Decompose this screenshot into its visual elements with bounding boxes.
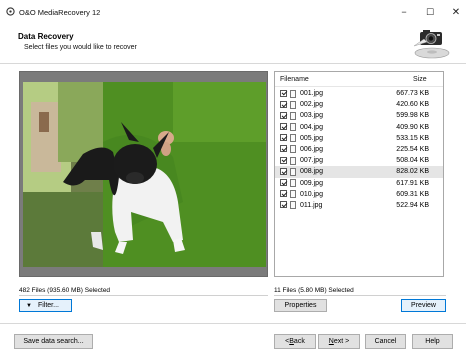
file-size: 828.02 KB: [396, 168, 429, 176]
file-icon: [290, 134, 296, 143]
file-checkbox[interactable]: [280, 111, 287, 119]
table-row[interactable]: 007.jpg 508.04 KB: [275, 155, 443, 166]
page-subtitle: Select files you would like to recover: [24, 44, 137, 51]
file-size: 599.98 KB: [396, 112, 429, 120]
file-icon: [290, 190, 296, 199]
file-size: 609.31 KB: [396, 190, 429, 198]
file-checkbox[interactable]: [280, 190, 287, 198]
file-name: 004.jpg: [300, 123, 323, 131]
image-preview-pane: [19, 71, 268, 277]
file-size: 409.90 KB: [396, 123, 429, 131]
file-checkbox[interactable]: [280, 167, 287, 175]
filter-button[interactable]: ▼ Filter...: [19, 299, 72, 312]
table-row[interactable]: 011.jpg 522.94 KB: [275, 200, 443, 211]
file-name: 009.jpg: [300, 179, 323, 187]
table-row[interactable]: 001.jpg 667.73 KB: [275, 88, 443, 99]
status-divider-left: [19, 295, 268, 296]
total-files-status: 482 Files (935.60 MB) Selected: [19, 287, 111, 294]
page-title: Data Recovery: [18, 32, 74, 41]
properties-button[interactable]: Properties: [274, 299, 327, 312]
file-icon: [290, 111, 296, 120]
file-checkbox[interactable]: [280, 156, 287, 164]
table-row[interactable]: 005.jpg 533.15 KB: [275, 133, 443, 144]
camera-disk-logo-icon: [413, 30, 450, 59]
file-icon: [290, 89, 296, 98]
file-name: 007.jpg: [300, 157, 323, 165]
file-size: 617.91 KB: [396, 179, 429, 187]
cancel-button[interactable]: Cancel: [365, 334, 406, 349]
file-icon: [290, 201, 296, 210]
file-name: 002.jpg: [300, 101, 323, 109]
file-icon: [290, 156, 296, 165]
file-name: 005.jpg: [300, 134, 323, 142]
minimize-button[interactable]: −: [392, 3, 416, 21]
file-name: 003.jpg: [300, 112, 323, 120]
file-name: 001.jpg: [300, 90, 323, 97]
file-checkbox[interactable]: [280, 123, 287, 131]
back-button[interactable]: < Back: [274, 334, 316, 349]
selected-files-status: 11 Files (5.80 MB) Selected: [274, 287, 354, 294]
maximize-button[interactable]: ☐: [418, 3, 442, 21]
file-size: 225.54 KB: [396, 145, 429, 153]
status-divider-right: [274, 295, 446, 296]
file-size: 522.94 KB: [396, 201, 429, 209]
back-button-rest: ack: [293, 338, 305, 345]
footer-separator: [0, 323, 466, 324]
file-icon: [290, 167, 296, 176]
file-size: 420.60 KB: [396, 101, 429, 109]
file-checkbox[interactable]: [280, 179, 287, 186]
header-divider: [275, 86, 443, 87]
file-icon: [290, 145, 296, 154]
file-list[interactable]: Filename Size 001.jpg 667.73 KB 002.jpg 420…: [274, 71, 444, 277]
wizard-header: Data Recovery Select files you would lik…: [0, 24, 466, 64]
help-button[interactable]: Help: [412, 334, 453, 349]
file-size: 508.04 KB: [396, 157, 429, 165]
table-row[interactable]: 010.jpg 609.31 KB: [275, 189, 443, 200]
file-name: 010.jpg: [300, 190, 323, 198]
table-row[interactable]: 004.jpg 409.90 KB: [275, 122, 443, 133]
chevron-down-icon: ▼: [26, 302, 32, 309]
file-name: 011.jpg: [300, 201, 323, 209]
next-button[interactable]: Next >: [318, 334, 360, 349]
table-row[interactable]: 002.jpg 420.60 KB: [275, 99, 443, 110]
table-row[interactable]: 006.jpg 225.54 KB: [275, 144, 443, 155]
table-row[interactable]: 003.jpg 599.98 KB: [275, 110, 443, 121]
preview-button[interactable]: Preview: [401, 299, 446, 312]
file-checkbox[interactable]: [280, 100, 287, 108]
file-icon: [290, 100, 296, 109]
table-row[interactable]: 009.jpg 617.91 KB: [275, 178, 443, 189]
file-name: 006.jpg: [300, 145, 323, 153]
file-name: 008.jpg: [300, 168, 323, 176]
table-row[interactable]: 008.jpg 828.02 KB: [275, 166, 443, 178]
next-button-rest: ext >: [333, 338, 350, 345]
file-checkbox[interactable]: [280, 145, 287, 153]
column-header-size[interactable]: Size: [413, 76, 427, 83]
filter-button-label: Filter...: [37, 302, 59, 309]
save-data-search-button[interactable]: Save data search...: [14, 334, 93, 349]
column-header-filename[interactable]: Filename: [280, 76, 309, 83]
title-bar: O&O MediaRecovery 12 − ☐ ✕: [0, 0, 466, 24]
file-icon: [290, 123, 296, 132]
file-size: 667.73 KB: [396, 90, 429, 97]
file-icon: [290, 179, 296, 187]
window-title: O&O MediaRecovery 12: [19, 8, 101, 17]
preview-image: [23, 82, 266, 267]
file-rows: 001.jpg 667.73 KB 002.jpg 420.60 KB 003.jpg 5…: [275, 88, 443, 211]
file-size: 533.15 KB: [396, 134, 429, 142]
file-checkbox[interactable]: [280, 134, 287, 142]
close-button[interactable]: ✕: [444, 3, 466, 21]
file-checkbox[interactable]: [280, 89, 287, 97]
app-icon: [6, 7, 15, 16]
file-checkbox[interactable]: [280, 201, 287, 209]
